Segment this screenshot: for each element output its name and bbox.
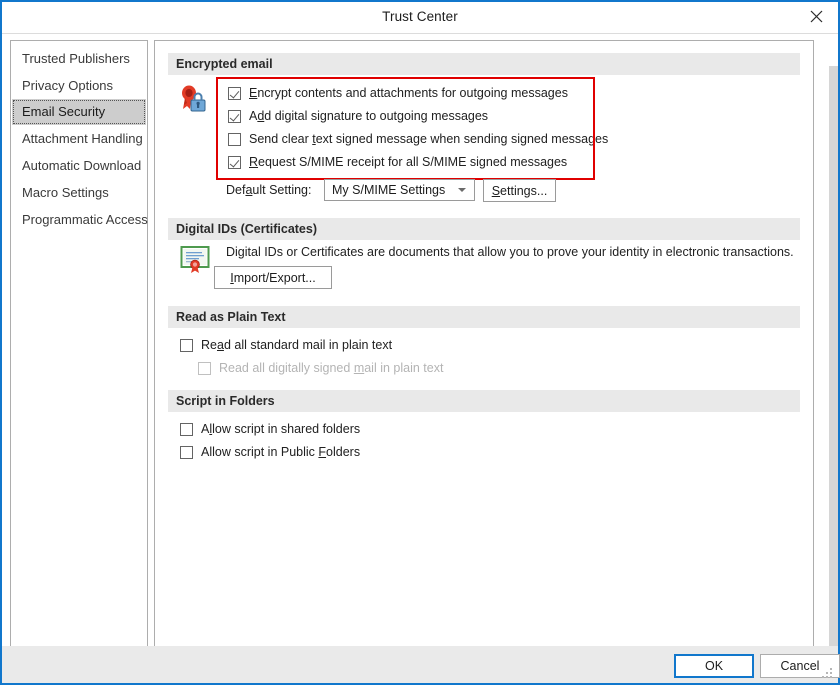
sidebar-item-trusted-publishers[interactable]: Trusted Publishers [11, 45, 147, 72]
checkbox-send-clear-text-box[interactable] [228, 132, 241, 146]
checkbox-send-clear-text[interactable]: Send clear text signed message when send… [228, 132, 608, 146]
sidebar-item-privacy-options[interactable]: Privacy Options [11, 72, 147, 99]
import-export-button[interactable]: Import/Export... [214, 266, 332, 289]
checkbox-send-clear-text-label: Send clear text signed message when send… [249, 132, 609, 146]
ok-button[interactable]: OK [674, 654, 754, 678]
settings-button[interactable]: Settings... [483, 179, 556, 202]
checkbox-allow-script-shared-folders[interactable]: Allow script in shared folders [180, 422, 360, 436]
certificate-lock-icon [178, 84, 210, 119]
section-header-script-in-folders: Script in Folders [168, 390, 800, 412]
checkbox-allow-script-shared-folders-box[interactable] [180, 422, 193, 436]
checkbox-read-standard-mail-plain-text[interactable]: Read all standard mail in plain text [180, 338, 392, 352]
close-icon[interactable] [794, 2, 838, 31]
checkbox-encrypt-contents-box[interactable] [228, 86, 241, 100]
checkbox-read-signed-mail-plain-text-box [198, 361, 211, 375]
dialog-body: Trusted Publishers Privacy Options Email… [2, 34, 840, 683]
checkbox-read-standard-mail-plain-text-label: Read all standard mail in plain text [201, 338, 393, 352]
certificate-document-icon [180, 244, 210, 277]
checkbox-read-standard-mail-plain-text-box[interactable] [180, 338, 193, 352]
import-export-button-label: Import/Export... [230, 270, 316, 285]
default-setting-dropdown[interactable]: My S/MIME Settings [324, 179, 475, 201]
default-setting-value: My S/MIME Settings [332, 183, 446, 197]
checkbox-allow-script-public-folders-label: Allow script in Public Folders [201, 445, 361, 459]
dialog-footer: OK Cancel [2, 646, 840, 683]
chevron-down-icon [458, 188, 466, 192]
checkbox-allow-script-shared-folders-label: Allow script in shared folders [201, 422, 361, 436]
sidebar-item-attachment-handling[interactable]: Attachment Handling [11, 125, 147, 152]
checkbox-encrypt-contents[interactable]: Encrypt contents and attachments for out… [228, 86, 568, 100]
checkbox-add-digital-signature-label: Add digital signature to outgoing messag… [249, 109, 489, 123]
section-header-encrypted-email: Encrypted email [168, 53, 800, 75]
section-header-read-as-plain-text: Read as Plain Text [168, 306, 800, 328]
resize-grip[interactable] [822, 668, 834, 680]
sidebar-item-automatic-download[interactable]: Automatic Download [11, 152, 147, 179]
sidebar-item-programmatic-access[interactable]: Programmatic Access [11, 206, 148, 233]
checkbox-allow-script-public-folders[interactable]: Allow script in Public Folders [180, 445, 360, 459]
checkbox-read-signed-mail-plain-text-label: Read all digitally signed mail in plain … [219, 361, 444, 375]
sidebar-item-macro-settings[interactable]: Macro Settings [11, 179, 147, 206]
checkbox-request-smime-receipt[interactable]: Request S/MIME receipt for all S/MIME si… [228, 155, 567, 169]
category-sidebar: Trusted Publishers Privacy Options Email… [10, 40, 148, 649]
checkbox-add-digital-signature-box[interactable] [228, 109, 241, 123]
checkbox-read-signed-mail-plain-text: Read all digitally signed mail in plain … [198, 361, 443, 375]
settings-button-label: Settings... [491, 183, 548, 198]
settings-panel: Encrypted email Encrypt contents and att… [154, 40, 814, 649]
title-bar: Trust Center [2, 2, 838, 33]
checkbox-request-smime-receipt-label: Request S/MIME receipt for all S/MIME si… [249, 155, 568, 169]
checkbox-add-digital-signature[interactable]: Add digital signature to outgoing messag… [228, 109, 488, 123]
checkbox-allow-script-public-folders-box[interactable] [180, 445, 193, 459]
window-right-edge [829, 66, 838, 646]
checkbox-request-smime-receipt-box[interactable] [228, 155, 241, 169]
sidebar-item-email-security[interactable]: Email Security [12, 99, 146, 125]
default-setting-label: Default Setting: [226, 183, 312, 197]
trust-center-dialog: Trust Center Trusted Publishers Privacy … [0, 0, 840, 685]
window-title: Trust Center [382, 9, 458, 24]
checkbox-encrypt-contents-label: Encrypt contents and attachments for out… [249, 86, 568, 100]
section-header-digital-ids: Digital IDs (Certificates) [168, 218, 800, 240]
digital-ids-description: Digital IDs or Certificates are document… [226, 245, 794, 259]
